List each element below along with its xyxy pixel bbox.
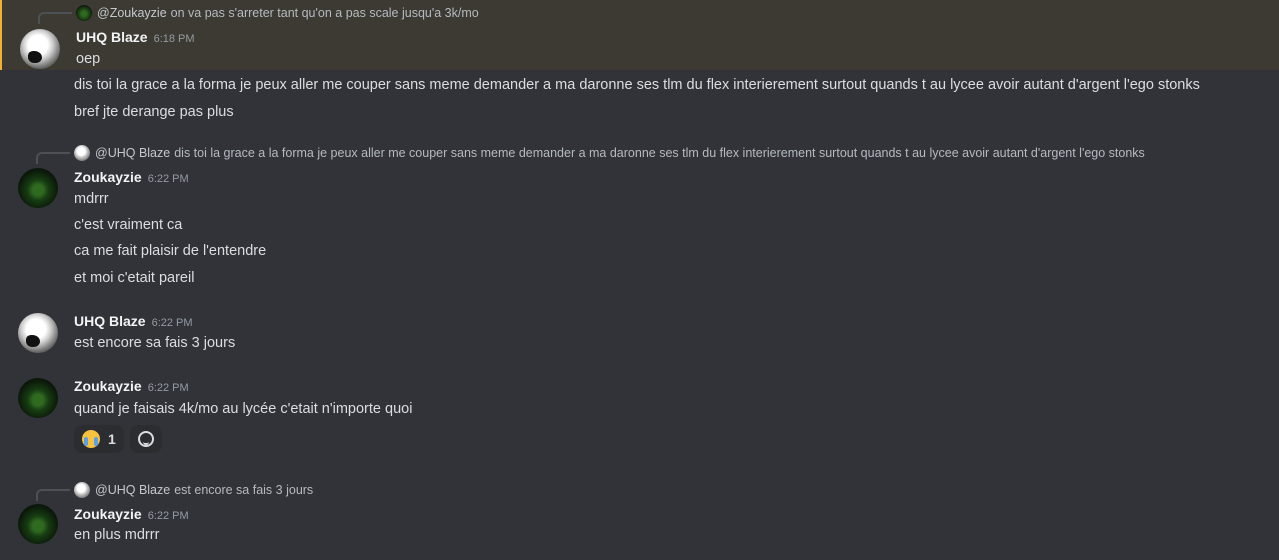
username[interactable]: UHQ Blaze xyxy=(74,313,146,329)
reaction-button[interactable]: 1 xyxy=(74,425,124,453)
message-line: mdrrr xyxy=(74,191,109,207)
username-row: UHQ Blaze 6:22 PM xyxy=(74,313,193,329)
timestamp: 6:22 PM xyxy=(151,317,193,329)
timestamp: 6:22 PM xyxy=(147,173,189,185)
message-line: en plus mdrrr xyxy=(74,527,160,543)
message-group: @Zoukayzie on va pas s'arreter tant qu'o… xyxy=(0,0,1279,70)
reply-connector xyxy=(38,12,72,24)
message-line: oep xyxy=(76,51,101,67)
username[interactable]: Zoukayzie xyxy=(74,378,142,394)
timestamp: 6:22 PM xyxy=(147,510,189,522)
username[interactable]: Zoukayzie xyxy=(74,169,142,185)
username-row: UHQ Blaze 6:18 PM xyxy=(76,29,195,45)
reply-text: est encore sa fais 3 jours xyxy=(174,483,314,497)
reply-preview[interactable]: @UHQ Blaze est encore sa fais 3 jours xyxy=(74,482,313,498)
avatar[interactable] xyxy=(20,29,60,69)
reply-avatar xyxy=(74,145,90,161)
username[interactable]: Zoukayzie xyxy=(74,506,142,522)
avatar[interactable] xyxy=(18,378,58,418)
message-line: ca me fait plaisir de l'entendre xyxy=(74,243,267,259)
smiley-icon xyxy=(137,431,154,447)
avatar[interactable] xyxy=(18,168,58,208)
reply-author[interactable]: @Zoukayzie xyxy=(97,6,167,20)
reply-connector xyxy=(36,489,70,501)
message-line: quand je faisais 4k/mo au lycée c'etait … xyxy=(74,401,413,417)
chat-log: @Zoukayzie on va pas s'arreter tant qu'o… xyxy=(0,0,1279,560)
reply-preview[interactable]: @UHQ Blaze dis toi la grace a la forma j… xyxy=(74,145,1145,161)
reactions-row: 1 xyxy=(74,425,162,453)
reply-author[interactable]: @UHQ Blaze xyxy=(95,146,170,160)
message-line: et moi c'etait pareil xyxy=(74,270,195,286)
reply-connector xyxy=(36,152,70,164)
username-row: Zoukayzie 6:22 PM xyxy=(74,506,189,522)
username[interactable]: UHQ Blaze xyxy=(76,29,148,45)
reply-preview[interactable]: @Zoukayzie on va pas s'arreter tant qu'o… xyxy=(76,5,479,21)
reply-text: on va pas s'arreter tant qu'on a pas sca… xyxy=(170,6,479,20)
username-row: Zoukayzie 6:22 PM xyxy=(74,169,189,185)
reply-author[interactable]: @UHQ Blaze xyxy=(95,483,170,497)
avatar[interactable] xyxy=(18,504,58,544)
timestamp: 6:18 PM xyxy=(153,33,195,45)
loudly-crying-face-icon xyxy=(82,430,100,448)
message-line: bref jte derange pas plus xyxy=(74,104,234,120)
reply-text: dis toi la grace a la forma je peux alle… xyxy=(174,146,1145,160)
username-row: Zoukayzie 6:22 PM xyxy=(74,378,189,394)
avatar[interactable] xyxy=(18,313,58,353)
reaction-count: 1 xyxy=(108,431,116,447)
reply-avatar xyxy=(76,5,92,21)
message-line: c'est vraiment ca xyxy=(74,217,183,233)
reply-avatar xyxy=(74,482,90,498)
add-reaction-button[interactable] xyxy=(129,425,162,453)
message-line: est encore sa fais 3 jours xyxy=(74,335,236,351)
timestamp: 6:22 PM xyxy=(147,382,189,394)
message-line: dis toi la grace a la forma je peux alle… xyxy=(74,77,1200,93)
